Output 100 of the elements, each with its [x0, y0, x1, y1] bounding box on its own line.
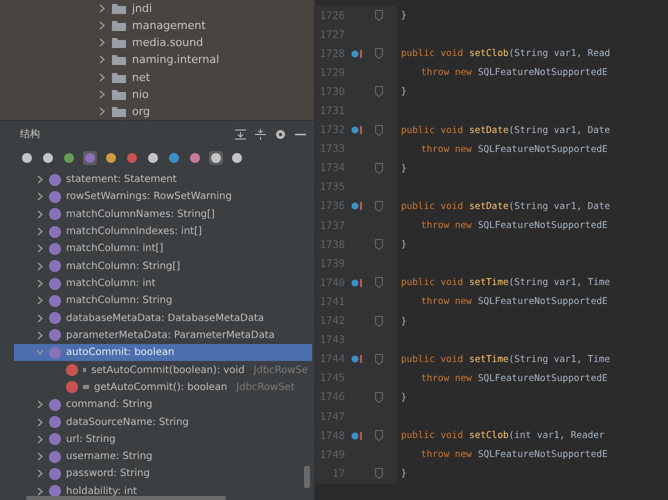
code-keyword: public void [401, 354, 464, 365]
folder-name[interactable]: net [132, 70, 150, 84]
structure-item[interactable]: getAutoCommit(): boolean JdbcRowSet [14, 378, 312, 396]
toolbar-filter-icon[interactable] [146, 151, 160, 165]
fold-marker-icon[interactable] [375, 124, 383, 136]
property-icon [49, 294, 61, 307]
structure-item[interactable]: matchColumnNames: String[] [14, 206, 312, 223]
fold-marker-icon[interactable] [375, 239, 383, 250]
structure-item[interactable]: dataSourceName: String [14, 413, 312, 431]
folder-name[interactable]: media.sound [132, 36, 204, 50]
implements-marker-icon[interactable] [350, 48, 362, 59]
structure-item[interactable]: username: String [14, 448, 312, 466]
member-label: matchColumnNames: String[] [66, 208, 215, 220]
folder-name[interactable]: jndi [132, 2, 152, 16]
structure-item[interactable]: matchColumnIndexes: int[] [14, 222, 312, 240]
member-label: matchColumn: String[] [66, 260, 180, 272]
property-icon [49, 242, 61, 255]
fold-marker-icon[interactable] [375, 162, 383, 174]
member-label: url: String [66, 434, 116, 445]
toolbar-filter-icon[interactable] [20, 151, 34, 165]
structure-item[interactable]: setAutoCommit(boolean): void JdbcRowSe [14, 361, 312, 379]
implements-marker-icon[interactable] [350, 125, 362, 136]
fold-marker-icon[interactable] [375, 392, 383, 403]
code-text: } [401, 239, 407, 250]
code-text: (String var1, Time [508, 354, 610, 365]
code-text: (String var1, Date [508, 124, 610, 136]
folder-name[interactable]: nio [132, 88, 149, 101]
member-label: parameterMetaData: ParameterMetaData [66, 330, 275, 341]
settings-icon[interactable] [275, 128, 286, 140]
folder-icon [112, 3, 126, 14]
fold-marker-icon[interactable] [375, 316, 383, 327]
folder-icon [112, 37, 126, 48]
folder-name[interactable]: management [132, 19, 206, 32]
structure-item[interactable]: holdability: int [14, 482, 312, 500]
fold-marker-icon[interactable] [375, 277, 383, 288]
code-text: SQLFeatureNotSupportedE [478, 372, 608, 384]
toolbar-filter-icon[interactable] [209, 151, 223, 165]
implements-marker-icon[interactable] [350, 278, 362, 288]
member-label: statement: Statement [66, 174, 177, 186]
code-keyword: throw new [421, 372, 472, 384]
member-label: matchColumnIndexes: int[] [66, 226, 202, 238]
structure-item[interactable]: matchColumn: int [14, 274, 312, 292]
vertical-scrollbar[interactable] [304, 466, 310, 488]
toolbar-filter-icon[interactable] [62, 151, 76, 165]
code-text: (String var1, Read [508, 48, 610, 60]
structure-item[interactable]: matchColumn: String [14, 292, 312, 310]
property-icon [49, 208, 61, 220]
structure-item[interactable]: statement: Statement [14, 171, 312, 188]
fold-marker-icon[interactable] [375, 48, 383, 60]
expand-all-icon[interactable] [235, 128, 246, 140]
code-text: (int var1, Reader [508, 430, 605, 442]
toolbar-filter-icon[interactable] [167, 151, 181, 165]
implements-marker-icon[interactable] [350, 354, 362, 364]
member-label: matchColumn: String [66, 295, 172, 306]
toolbar-filter-icon[interactable] [188, 151, 202, 165]
structure-item[interactable]: databaseMetaData: DatabaseMetaData [14, 310, 312, 327]
code-text: (String var1, Date [508, 200, 610, 212]
structure-item[interactable]: command: String [14, 396, 312, 414]
code-text: } [401, 10, 407, 22]
structure-item[interactable]: autoCommit: boolean [14, 344, 312, 362]
property-icon [49, 485, 61, 498]
property-icon [49, 278, 61, 290]
toolbar-filter-icon[interactable] [230, 151, 244, 165]
fold-marker-icon[interactable] [375, 430, 383, 442]
code-keyword: throw new [421, 220, 472, 232]
horizontal-scrollbar[interactable] [26, 496, 226, 500]
method-name: setClob [469, 430, 509, 442]
visibility-icon [83, 368, 86, 372]
structure-item[interactable]: parameterMetaData: ParameterMetaData [14, 326, 312, 344]
code-text: SQLFeatureNotSupportedE [478, 144, 608, 155]
member-label: username: String [66, 451, 152, 462]
property-icon [49, 433, 61, 446]
structure-item[interactable]: rowSetWarnings: RowSetWarning [14, 188, 312, 206]
implements-marker-icon[interactable] [350, 201, 362, 212]
fold-marker-icon[interactable] [375, 200, 383, 212]
structure-item[interactable]: matchColumn: String[] [14, 258, 312, 275]
member-label: setAutoCommit(boolean): void [91, 364, 245, 376]
structure-item[interactable]: matchColumn: int[] [14, 240, 312, 258]
folder-name[interactable]: naming.internal [132, 53, 220, 66]
structure-item[interactable]: url: String [14, 430, 312, 448]
implements-marker-icon[interactable] [350, 430, 362, 441]
visibility-icon [83, 385, 89, 390]
method-name: setDate [469, 124, 509, 136]
folder-name[interactable]: org [132, 104, 150, 118]
property-icon [49, 174, 61, 186]
method-icon [66, 381, 78, 394]
code-text: } [401, 162, 407, 174]
code-keyword: public void [401, 430, 464, 442]
collapse-all-icon[interactable] [255, 128, 266, 140]
toolbar-filter-icon[interactable] [83, 151, 97, 165]
toolbar-filter-icon[interactable] [41, 151, 55, 165]
toolbar-filter-icon[interactable] [104, 151, 118, 165]
fold-marker-icon[interactable] [375, 468, 383, 480]
code-keyword: public void [401, 124, 464, 136]
structure-item[interactable]: password: String [14, 465, 312, 483]
fold-marker-icon[interactable] [375, 86, 383, 98]
member-label: matchColumn: int [66, 278, 156, 290]
fold-marker-icon[interactable] [375, 354, 383, 365]
code-text: SQLFeatureNotSupportedE [478, 296, 608, 308]
fold-marker-icon[interactable] [375, 10, 383, 22]
